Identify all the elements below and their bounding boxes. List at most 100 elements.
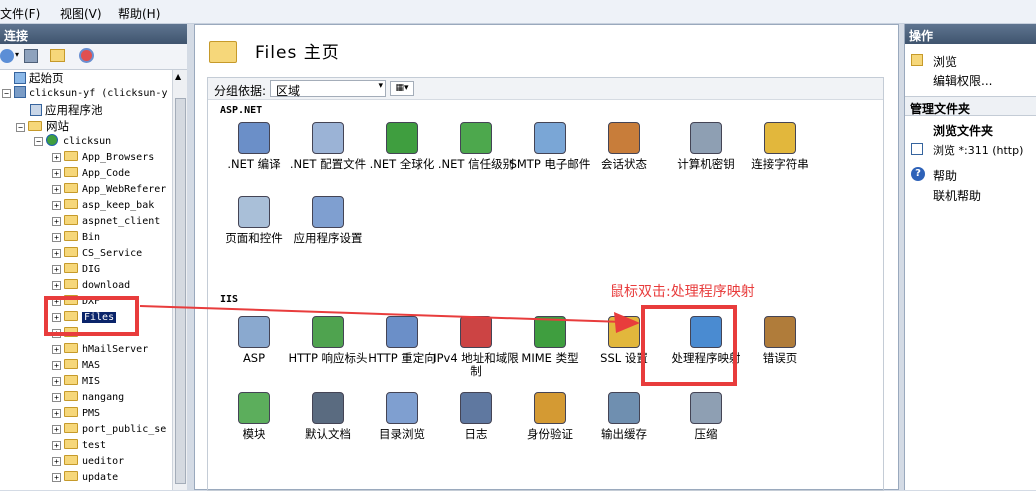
expand-icon[interactable]: +	[52, 473, 61, 482]
connect-icon[interactable]	[0, 49, 14, 63]
tree-folder[interactable]: + PMS	[52, 406, 100, 422]
feature-icon[interactable]	[534, 392, 566, 424]
collapse-icon[interactable]: −	[34, 137, 43, 146]
help-link[interactable]: 帮助	[933, 167, 957, 184]
expand-icon[interactable]: +	[52, 409, 61, 418]
expand-icon[interactable]: +	[52, 393, 61, 402]
tree-folder[interactable]: + ueditor	[52, 454, 124, 470]
menu-help[interactable]: 帮助(H)	[118, 5, 160, 22]
feature-icon[interactable]	[312, 122, 344, 154]
tree-sites[interactable]: − 网站	[16, 118, 69, 134]
tree-app-pools[interactable]: 应用程序池	[30, 102, 103, 118]
groupby-select[interactable]: 区域 ▾	[270, 80, 386, 98]
feature-icon[interactable]	[608, 316, 640, 348]
scroll-thumb[interactable]	[175, 98, 186, 484]
feature-icon[interactable]	[238, 316, 270, 348]
expand-icon[interactable]: +	[52, 361, 61, 370]
tree-folder[interactable]: + MIS	[52, 374, 100, 390]
edit-permissions-link[interactable]: 编辑权限...	[933, 72, 992, 89]
expand-icon[interactable]: +	[52, 281, 61, 290]
expand-icon[interactable]: +	[52, 377, 61, 386]
save-icon[interactable]	[24, 49, 38, 63]
feature-icon[interactable]	[690, 392, 722, 424]
expand-icon[interactable]: +	[52, 185, 61, 194]
chevron-down-icon: ▾	[378, 81, 383, 91]
tree-folder[interactable]: + CS_Service	[52, 246, 142, 262]
feature-icon[interactable]	[460, 122, 492, 154]
tree-folder[interactable]: + MAS	[52, 358, 100, 374]
dropdown-arrow-icon[interactable]: ▾	[15, 50, 19, 59]
tree-folder[interactable]: + update	[52, 470, 118, 486]
folder-icon	[64, 343, 78, 353]
folder-icon	[64, 263, 78, 273]
view-mode-button[interactable]: ▦▾	[390, 81, 414, 96]
feature-icon[interactable]	[534, 316, 566, 348]
folder-icon	[64, 231, 78, 241]
feature-icon[interactable]	[608, 122, 640, 154]
feature-icon[interactable]	[460, 316, 492, 348]
browse-http-link[interactable]: 浏览 *:311 (http)	[933, 142, 1023, 158]
feature-icon[interactable]	[608, 392, 640, 424]
expand-icon[interactable]: +	[52, 265, 61, 274]
tree-folder[interactable]: + nangang	[52, 390, 124, 406]
scroll-up-icon[interactable]: ▲	[175, 72, 181, 81]
feature-icon[interactable]	[764, 122, 796, 154]
groupby-bar: 分组依据: 区域 ▾ ▦▾	[208, 78, 883, 100]
browse-link[interactable]: 浏览	[933, 53, 957, 70]
tree-scrollbar[interactable]: ▲	[172, 70, 187, 490]
expand-icon[interactable]: +	[52, 153, 61, 162]
tree-start-page[interactable]: 起始页	[14, 70, 64, 86]
up-folder-icon[interactable]	[50, 49, 65, 62]
menu-file[interactable]: 文件(F)	[0, 5, 40, 22]
expand-icon[interactable]: +	[52, 233, 61, 242]
tree-folder[interactable]: + DIG	[52, 262, 100, 278]
feature-icon[interactable]	[690, 122, 722, 154]
tree-folder[interactable]: + aspnet_client	[52, 214, 160, 230]
feature-label[interactable]: 应用程序设置	[284, 232, 372, 245]
feature-icon[interactable]	[312, 392, 344, 424]
feature-icon[interactable]	[238, 196, 270, 228]
disconnect-icon[interactable]	[79, 48, 94, 63]
expand-icon[interactable]: +	[52, 457, 61, 466]
expand-icon[interactable]: +	[52, 425, 61, 434]
tree-folder[interactable]: + hMailServer	[52, 342, 148, 358]
tree-folder[interactable]: + port_public_se	[52, 422, 166, 438]
feature-label[interactable]: 压缩	[662, 428, 750, 441]
tree-folder[interactable]: + asp_keep_bak	[52, 198, 154, 214]
expand-icon[interactable]: +	[52, 441, 61, 450]
tree-folder[interactable]: + App_WebReferer	[52, 182, 166, 198]
feature-icon[interactable]	[534, 122, 566, 154]
feature-icon[interactable]	[238, 122, 270, 154]
expand-icon[interactable]: +	[52, 345, 61, 354]
feature-icon[interactable]	[386, 316, 418, 348]
connections-toolbar: ▾	[0, 44, 187, 70]
menu-view[interactable]: 视图(V)	[60, 5, 102, 22]
collapse-icon[interactable]: −	[2, 89, 11, 98]
tree-server[interactable]: − clicksun-yf (clicksun-y	[2, 86, 167, 102]
tree-folder[interactable]: + App_Browsers	[52, 150, 154, 166]
collapse-icon[interactable]: −	[16, 123, 25, 132]
tree-folder[interactable]: + test	[52, 438, 106, 454]
feature-label[interactable]: 会话状态	[580, 158, 668, 171]
expand-icon[interactable]: +	[52, 249, 61, 258]
feature-icon[interactable]	[312, 316, 344, 348]
feature-icon[interactable]	[460, 392, 492, 424]
feature-icon[interactable]	[386, 122, 418, 154]
feature-label[interactable]: 输出缓存	[580, 428, 668, 441]
feature-icon[interactable]	[386, 392, 418, 424]
tree-folder[interactable]: + Bin	[52, 230, 100, 246]
tree-site-clicksun[interactable]: − clicksun	[34, 134, 111, 150]
tree-folder[interactable]: + App_Code	[52, 166, 130, 182]
online-help-link[interactable]: 联机帮助	[933, 187, 981, 204]
feature-icon[interactable]	[238, 392, 270, 424]
tree-folder[interactable]: + download	[52, 278, 130, 294]
feature-label[interactable]: 错误页	[736, 352, 824, 365]
feature-label[interactable]: 连接字符串	[736, 158, 824, 171]
expand-icon[interactable]: +	[52, 201, 61, 210]
feature-icon[interactable]	[312, 196, 344, 228]
folder-icon	[64, 215, 78, 225]
folder-icon	[64, 167, 78, 177]
expand-icon[interactable]: +	[52, 169, 61, 178]
feature-icon[interactable]	[764, 316, 796, 348]
expand-icon[interactable]: +	[52, 217, 61, 226]
